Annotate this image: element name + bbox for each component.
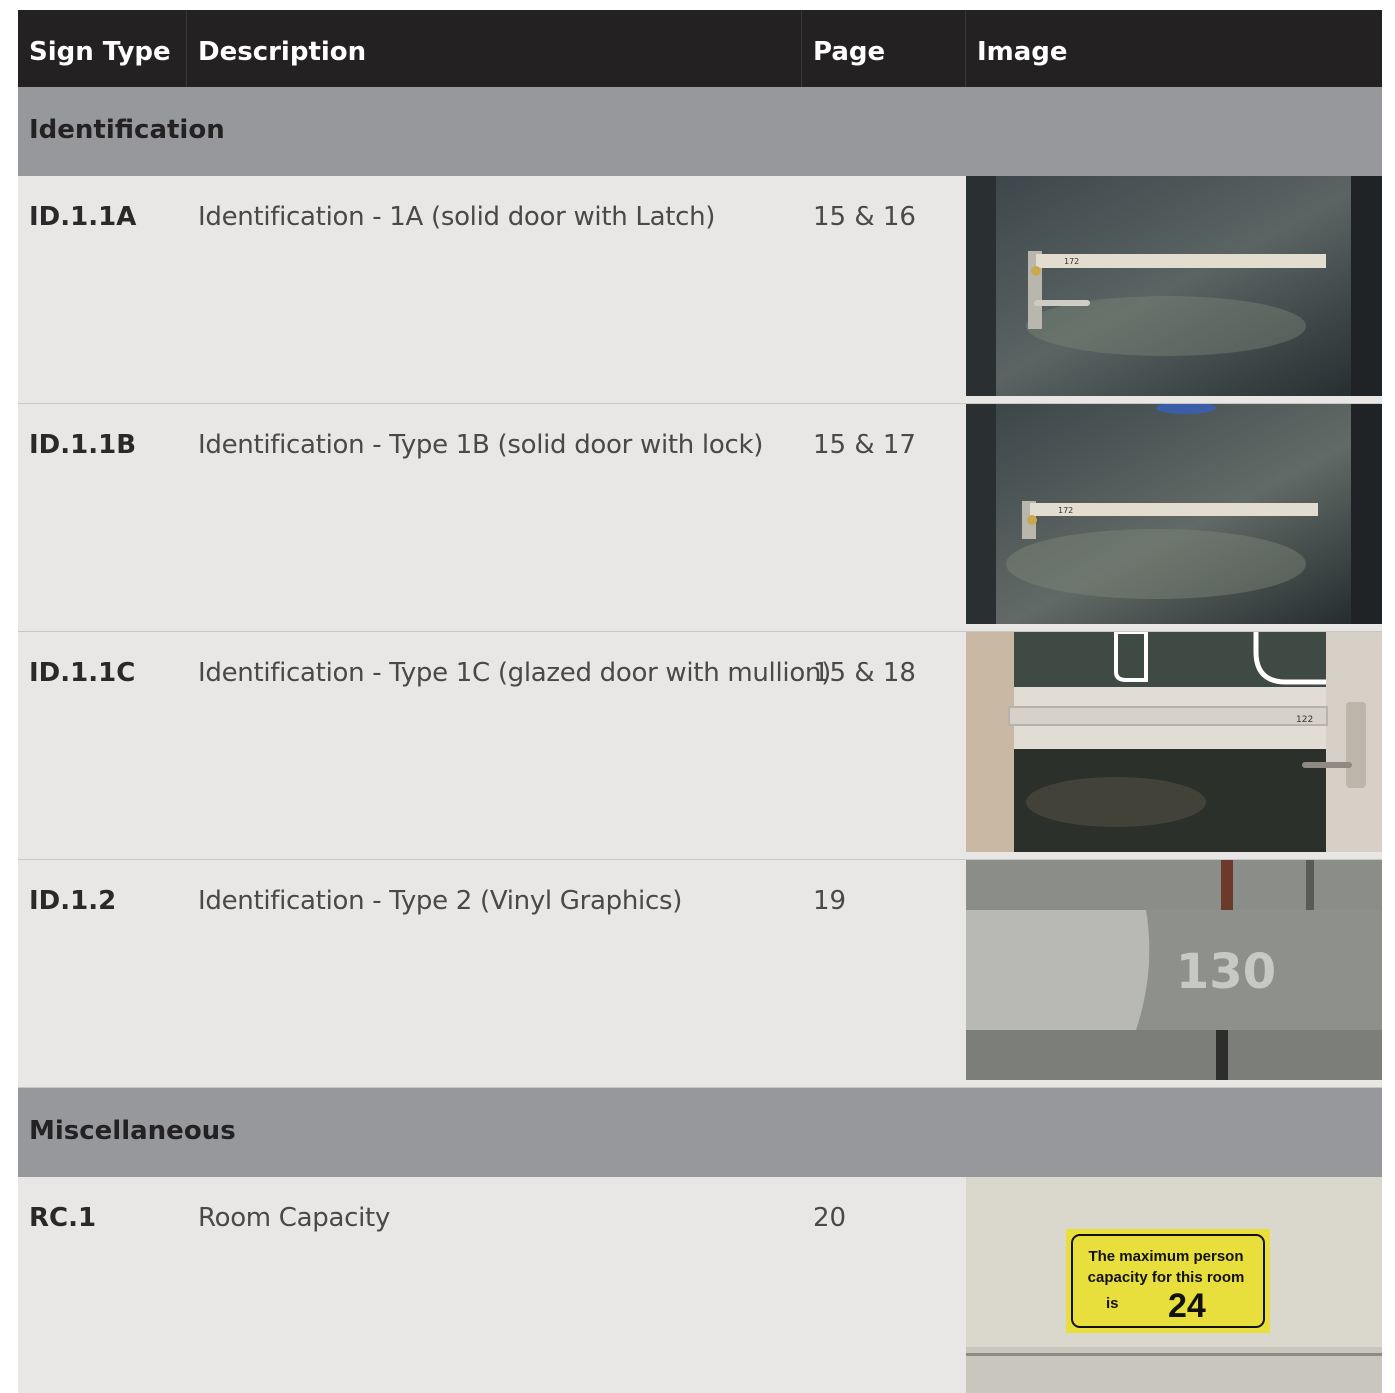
page-reference: 15 & 18 [813, 658, 916, 688]
sign-description: Identification - Type 1C (glazed door wi… [198, 658, 831, 688]
page-reference: 20 [813, 1203, 847, 1233]
table-row: ID.1.1B Identification - Type 1B (solid … [18, 404, 1382, 632]
header-sign-type: Sign Type [29, 37, 171, 67]
sign-description: Identification - Type 2 (Vinyl Graphics) [198, 886, 683, 916]
sign-photo: The maximum person capacity for this roo… [966, 1177, 1382, 1393]
section-header-identification: Identification [18, 87, 1382, 176]
capacity-sign-line1: The maximum person [1088, 1248, 1243, 1265]
table-row: ID.1.1C Identification - Type 1C (glazed… [18, 632, 1382, 860]
image-room-number: 122 [1296, 715, 1313, 725]
sign-type-code: ID.1.1B [29, 430, 137, 460]
page-reference: 15 & 17 [813, 430, 916, 460]
section-header-miscellaneous: Miscellaneous [18, 1088, 1382, 1177]
table-header: Sign Type Description Page Image [18, 10, 1382, 87]
sign-type-code: ID.1.1A [29, 202, 137, 232]
header-page: Page [813, 37, 886, 67]
capacity-sign-line3: is [1106, 1295, 1119, 1312]
table-row: ID.1.2 Identification - Type 2 (Vinyl Gr… [18, 860, 1382, 1088]
header-divider [801, 10, 802, 87]
sign-description: Identification - 1A (solid door with Lat… [198, 202, 716, 232]
sign-schedule-table: Sign Type Description Page Image Identif… [18, 10, 1382, 1393]
capacity-sign-number: 24 [1168, 1287, 1206, 1325]
header-description: Description [198, 37, 367, 67]
table-row: ID.1.1A Identification - 1A (solid door … [18, 176, 1382, 404]
image-room-number: 172 [1064, 257, 1079, 266]
sign-photo: 172 [966, 176, 1382, 396]
page-reference: 15 & 16 [813, 202, 916, 232]
page-reference: 19 [813, 886, 847, 916]
table-row: RC.1 Room Capacity 20 The maximum person… [18, 1177, 1382, 1393]
image-room-number: 130 [1176, 944, 1276, 1000]
header-image: Image [977, 37, 1068, 67]
sign-type-code: RC.1 [29, 1203, 97, 1233]
sign-type-code: ID.1.2 [29, 886, 117, 916]
capacity-sign-line2: capacity for this room [1088, 1269, 1245, 1286]
header-divider [186, 10, 187, 87]
sign-type-code: ID.1.1C [29, 658, 136, 688]
sign-description: Identification - Type 1B (solid door wit… [198, 430, 764, 460]
image-room-number: 172 [1058, 506, 1073, 515]
sign-photo: 130 [966, 860, 1382, 1080]
sign-description: Room Capacity [198, 1203, 391, 1233]
section-title: Miscellaneous [29, 1116, 236, 1146]
section-title: Identification [29, 115, 225, 145]
header-divider [965, 10, 966, 87]
sign-photo: 172 [966, 404, 1382, 624]
sign-photo: 122 [966, 632, 1382, 852]
